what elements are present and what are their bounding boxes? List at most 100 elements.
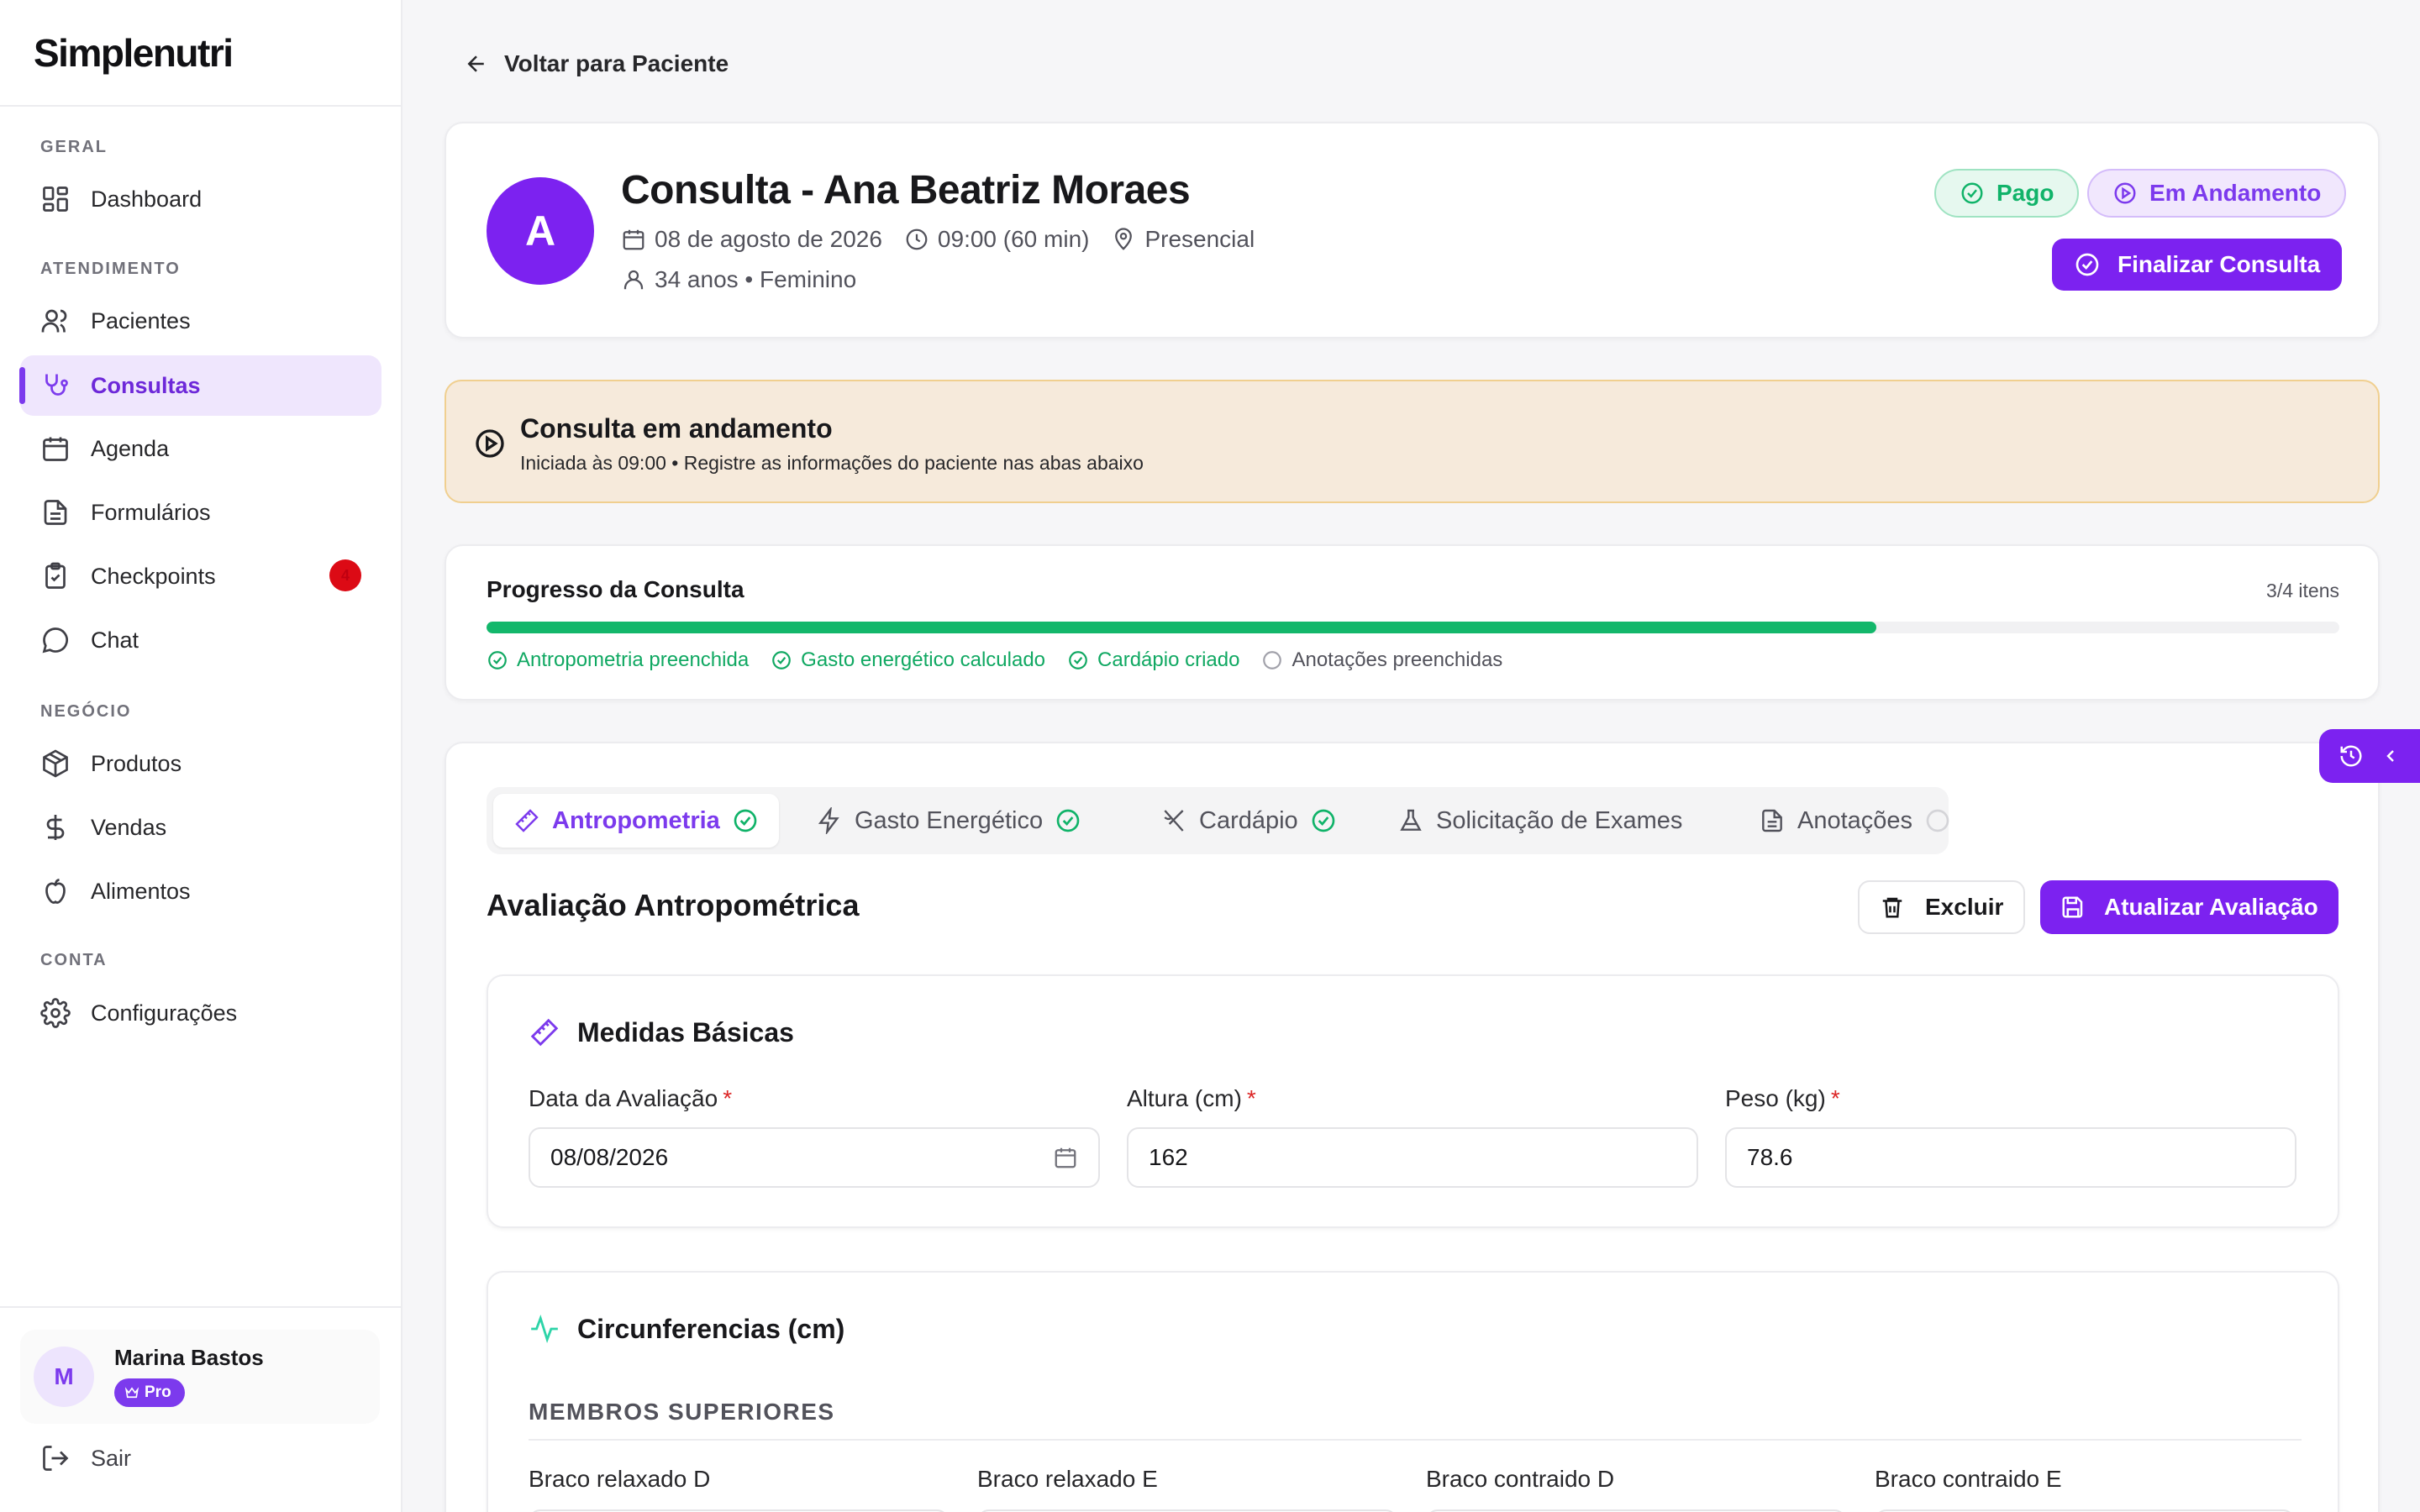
sidebar-item-pacientes[interactable]: Pacientes [20, 291, 381, 351]
weight-input-value: 78.6 [1747, 1144, 1793, 1170]
calendar-icon[interactable] [1053, 1145, 1078, 1170]
tab-solicitacao-exames[interactable]: Solicitação de Exames [1377, 794, 1702, 848]
user-card[interactable]: M Marina Bastos Pro [20, 1330, 380, 1424]
date-text: 08 de agosto de 2026 [655, 226, 882, 252]
check-circle-icon [1056, 809, 1080, 832]
tab-gasto-energetico[interactable]: Gasto Energético [796, 794, 1102, 848]
history-panel-toggle[interactable] [2319, 729, 2420, 783]
tab-anotacoes[interactable]: Anotações [1739, 794, 1971, 848]
back-link-label: Voltar para Paciente [504, 50, 729, 76]
field-label: Braco contraido E [1875, 1466, 2062, 1492]
tab-label: Solicitação de Exames [1436, 806, 1683, 834]
save-icon [2062, 896, 2083, 918]
tab-cardapio[interactable]: Cardápio [1140, 794, 1357, 848]
section-label-geral: GERAL [40, 138, 108, 156]
divider [0, 1306, 401, 1308]
section-title: Avaliação Antropométrica [487, 888, 860, 922]
zap-icon [818, 807, 839, 834]
date-input[interactable]: 08/08/2026 [529, 1127, 1100, 1188]
consultation-time: 09:00 (60 min) [904, 226, 1089, 253]
consultation-mode: Presencial [1111, 226, 1255, 253]
back-to-patient-link[interactable]: Voltar para Paciente [464, 50, 729, 77]
sidebar-item-agenda[interactable]: Agenda [20, 418, 381, 479]
delete-button[interactable]: Excluir [1858, 880, 2026, 934]
sidebar-item-formularios[interactable]: Formulários [20, 482, 381, 543]
consultation-meta: 08 de agosto de 2026 09:00 (60 min) Pres… [621, 226, 1255, 253]
notification-badge: 4 [329, 559, 361, 591]
height-input[interactable]: 162 [1127, 1127, 1698, 1188]
basic-measures-title: Medidas Básicas [529, 1016, 794, 1048]
activity-icon [531, 1314, 558, 1344]
divider [0, 105, 401, 107]
page-title: Consulta - Ana Beatriz Moraes [621, 168, 1191, 213]
weight-input[interactable]: 78.6 [1725, 1127, 2296, 1188]
section-label-conta: CONTA [40, 951, 108, 969]
flask-icon [1400, 809, 1422, 831]
user-name: Marina Bastos [114, 1345, 264, 1370]
dashboard-icon [43, 186, 68, 212]
group-label: MEMBROS SUPERIORES [529, 1399, 835, 1425]
height-field-label: Altura (cm) * [1127, 1085, 1698, 1112]
play-circle-icon [2114, 182, 2136, 204]
clipboard-check-icon [45, 562, 66, 589]
package-icon [43, 749, 68, 778]
field-label: Braco relaxado E [977, 1466, 1158, 1492]
age-gender-text: 34 anos • Feminino [655, 266, 857, 292]
update-evaluation-button[interactable]: Atualizar Avaliação [2040, 880, 2338, 934]
tab-antropometria[interactable]: Antropometria [493, 794, 779, 848]
circumferences-card: Circunferencias (cm) MEMBROS SUPERIORES … [487, 1271, 2339, 1512]
sidebar-item-chat[interactable]: Chat [20, 610, 381, 670]
evaluation-card: Antropometria Gasto Energético Cardápio … [445, 742, 2380, 1512]
divider [529, 1439, 2302, 1441]
field-label: Braco relaxado D [529, 1466, 711, 1492]
circumferences-title: Circunferencias (cm) [529, 1313, 844, 1345]
sidebar-item-label: Pacientes [91, 307, 191, 333]
sidebar-item-consultas[interactable]: Consultas [19, 355, 381, 416]
sidebar-item-dashboard[interactable]: Dashboard [20, 169, 381, 229]
consultation-progress: Progresso da Consulta 3/4 itens Antropom… [445, 544, 2380, 701]
file-text-icon [1762, 809, 1782, 832]
finalize-consultation-button[interactable]: Finalizar Consulta [2052, 239, 2343, 291]
progress-count: 3/4 itens [2266, 580, 2339, 601]
plan-badge: Pro [114, 1378, 185, 1407]
ruler-icon [515, 809, 539, 832]
payment-status-badge: Pago [1934, 169, 2080, 218]
finalize-label: Finalizar Consulta [2118, 251, 2321, 277]
section-label-atendimento: ATENDIMENTO [40, 260, 181, 278]
logout-button[interactable]: Sair [40, 1443, 131, 1473]
required-marker: * [723, 1085, 733, 1111]
sidebar-item-produtos[interactable]: Produtos [20, 733, 381, 794]
empty-circle-icon [1263, 651, 1282, 669]
patient-avatar: A [487, 177, 594, 285]
sidebar-item-checkpoints[interactable]: Checkpoints 4 [20, 546, 381, 606]
label-text: Peso (kg) [1725, 1085, 1826, 1111]
sidebar-item-vendas[interactable]: Vendas [20, 797, 381, 858]
consultation-date: 08 de agosto de 2026 [621, 226, 882, 253]
progress-item-label: Gasto energético calculado [801, 648, 1046, 671]
progress-item: Antropometria preenchida [487, 648, 749, 672]
progress-checklist: Antropometria preenchida Gasto energétic… [487, 648, 1502, 672]
sidebar-item-label: Chat [91, 627, 139, 653]
utensils-icon [1164, 810, 1184, 832]
dollar-icon [46, 815, 65, 840]
app-logo[interactable]: Simplenutri [34, 30, 234, 76]
progress-item: Gasto energético calculado [771, 648, 1045, 672]
sidebar-item-configuracoes[interactable]: Configurações [20, 983, 381, 1043]
basic-measures-card: Medidas Básicas Data da Avaliação * 08/08… [487, 974, 2339, 1228]
sidebar-item-label: Configurações [91, 1000, 238, 1026]
sidebar-item-alimentos[interactable]: Alimentos [20, 861, 381, 921]
play-circle-icon [476, 429, 504, 458]
chat-icon [42, 627, 68, 654]
progress-item-label: Cardápio criado [1097, 648, 1240, 671]
basic-measures-label: Medidas Básicas [577, 1016, 794, 1047]
trash-icon [1882, 897, 1902, 918]
plan-label: Pro [145, 1383, 171, 1401]
check-circle-icon [1961, 182, 1983, 204]
tab-label: Cardápio [1199, 806, 1298, 834]
payment-status-label: Pago [1996, 180, 2054, 206]
patient-meta: 34 anos • Feminino [621, 266, 856, 293]
progress-bar-fill [487, 622, 1876, 633]
banner-title: Consulta em andamento [520, 413, 833, 444]
tabs-bar: Antropometria Gasto Energético Cardápio … [487, 787, 1949, 854]
consultation-status-badge: Em Andamento [2087, 169, 2347, 218]
